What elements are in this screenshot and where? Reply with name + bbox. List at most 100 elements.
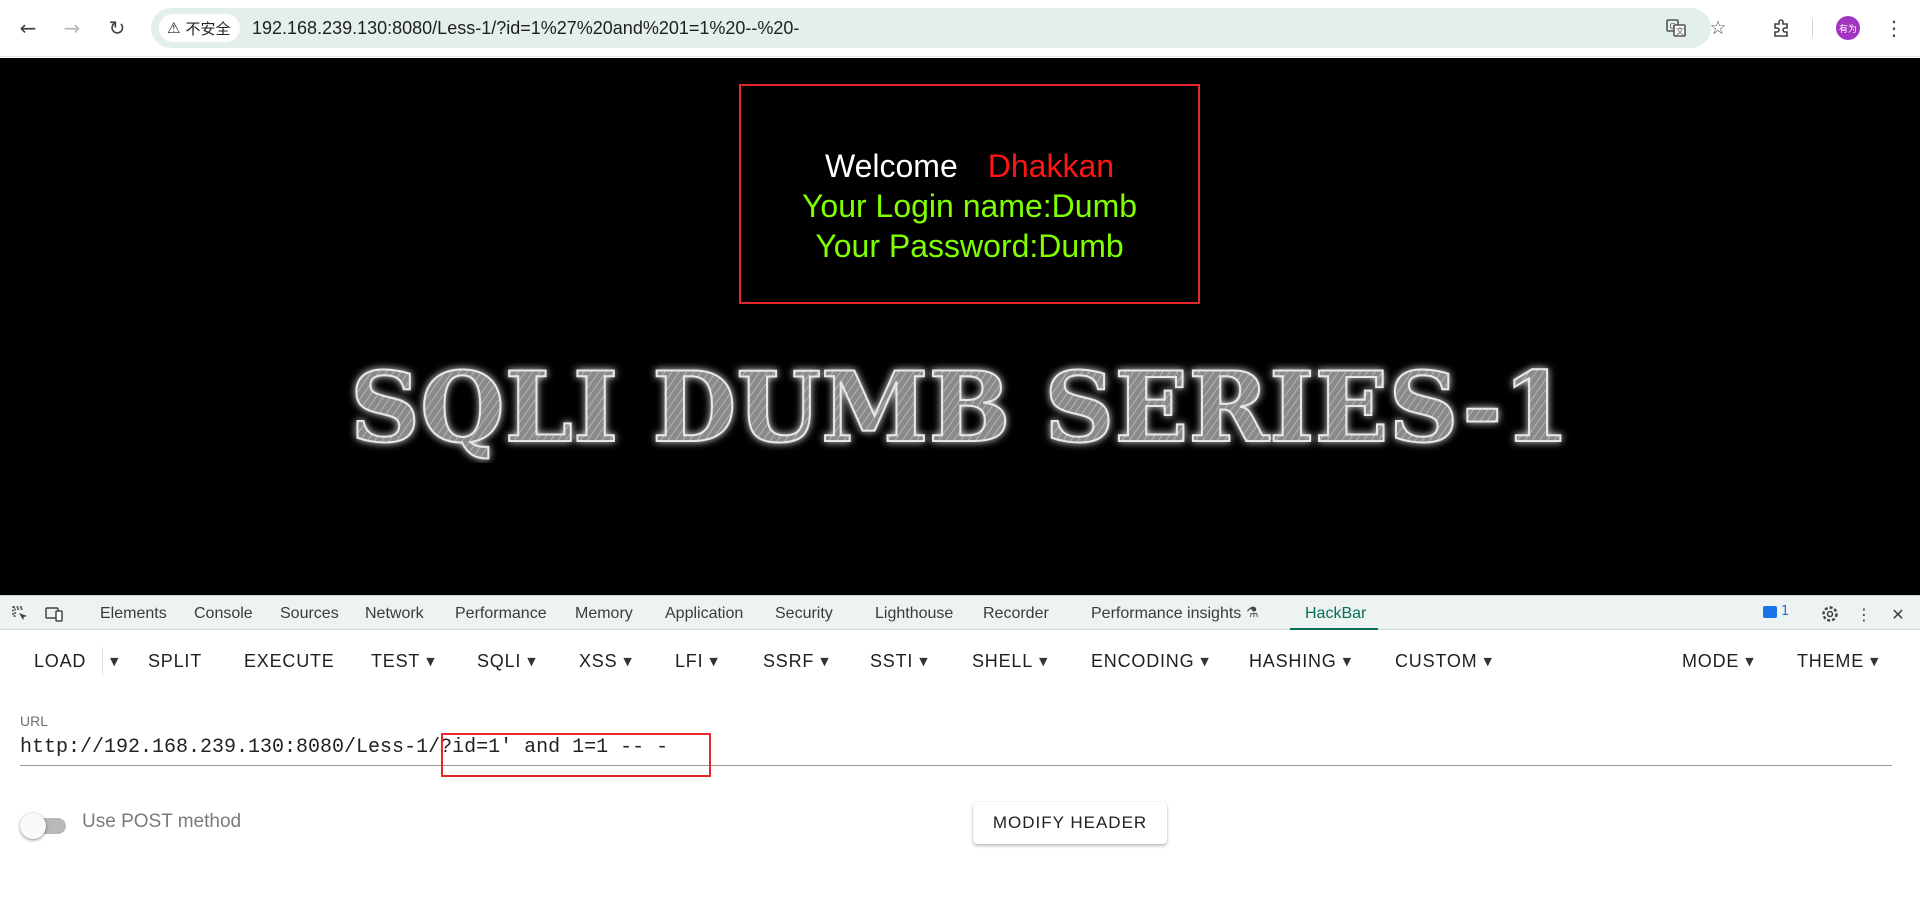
caret-down-icon: ▼	[709, 654, 719, 668]
test-menu-button[interactable]: TEST ▼	[371, 647, 435, 675]
payload-highlight-annotation	[441, 733, 711, 777]
ssti-menu-button[interactable]: SSTI ▼	[870, 647, 928, 675]
hackbar-toolbar: LOAD ▼ SPLIT EXECUTE TEST ▼ SQLI ▼ XSS ▼ LF…	[0, 639, 1920, 683]
load-separator	[102, 647, 103, 675]
caret-down-icon: ▼	[527, 654, 537, 668]
settings-gear-icon[interactable]	[1818, 602, 1842, 626]
devtools-tabbar: Elements Console Sources Network Perform…	[0, 595, 1920, 630]
tab-console[interactable]: Console	[194, 605, 253, 623]
login-name-line: Your Login name:Dumb	[801, 188, 1138, 224]
caret-down-icon: ▼	[1342, 654, 1352, 668]
device-toolbar-icon[interactable]	[42, 602, 66, 626]
load-options-button[interactable]: ▼	[110, 647, 119, 675]
caret-down-icon: ▼	[1870, 654, 1880, 668]
sqli-menu-button[interactable]: SQLI ▼	[477, 647, 536, 675]
ssti-label: SSTI	[870, 650, 914, 671]
post-method-toggle[interactable]	[20, 811, 68, 839]
devtools-menu-icon[interactable]: ⋮	[1854, 602, 1874, 626]
caret-down-icon: ▼	[1483, 654, 1493, 668]
post-method-label: Use POST method	[82, 811, 242, 832]
custom-label: CUSTOM	[1395, 650, 1478, 671]
profile-avatar[interactable]: 有为	[1836, 16, 1860, 40]
flask-icon: ⚗	[1246, 605, 1259, 621]
mode-label: MODE	[1682, 650, 1740, 671]
forward-icon[interactable]: →	[58, 14, 86, 42]
reload-icon[interactable]: ↻	[103, 14, 131, 42]
security-chip[interactable]: ⚠ 不安全	[159, 14, 241, 42]
tab-elements[interactable]: Elements	[100, 605, 167, 623]
custom-menu-button[interactable]: CUSTOM ▼	[1395, 647, 1493, 675]
devtools-panel: Elements Console Sources Network Perform…	[0, 595, 1920, 908]
caret-down-icon: ▼	[1745, 654, 1755, 668]
toggle-knob	[20, 813, 46, 839]
tab-hackbar[interactable]: HackBar	[1305, 605, 1366, 623]
caret-down-icon: ▼	[1039, 654, 1049, 668]
execute-label: EXECUTE	[244, 650, 335, 671]
split-label: SPLIT	[148, 650, 203, 671]
ssrf-menu-button[interactable]: SSRF ▼	[763, 647, 829, 675]
back-icon[interactable]: ←	[14, 14, 42, 42]
encoding-label: ENCODING	[1091, 650, 1195, 671]
address-bar[interactable]: ⚠ 不安全 192.168.239.130:8080/Less-1/?id=1%…	[151, 8, 1727, 48]
load-button[interactable]: LOAD	[34, 647, 86, 675]
bookmark-star-icon[interactable]: ☆	[1706, 16, 1730, 40]
tab-network[interactable]: Network	[365, 605, 424, 623]
toolbar-separator	[1812, 19, 1813, 37]
banner-title-text: SQLI DUMB SERIES-1	[350, 351, 1570, 463]
caret-down-icon: ▼	[426, 654, 436, 668]
page-viewport: Welcome Dhakkan Your Login name:Dumb Your…	[0, 58, 1920, 595]
issues-count: 1	[1781, 604, 1790, 619]
tab-performance[interactable]: Performance	[455, 605, 547, 623]
caret-down-icon: ▼	[820, 654, 830, 668]
theme-label: THEME	[1797, 650, 1864, 671]
extensions-icon[interactable]	[1767, 14, 1795, 42]
browser-toolbar: ← → ↻ ⚠ 不安全 192.168.239.130:8080/Less-1/…	[0, 0, 1920, 57]
welcome-user: Dhakkan	[987, 148, 1115, 184]
tab-recorder[interactable]: Recorder	[983, 605, 1049, 623]
mode-menu-button[interactable]: MODE ▼	[1682, 647, 1754, 675]
close-icon[interactable]: ✕	[1886, 602, 1910, 626]
url-field-label: URL	[20, 713, 49, 729]
caret-down-icon: ▼	[1200, 654, 1210, 668]
security-label: 不安全	[185, 19, 231, 38]
tab-security[interactable]: Security	[775, 605, 833, 623]
hashing-menu-button[interactable]: HASHING ▼	[1249, 647, 1352, 675]
issues-icon	[1763, 605, 1777, 618]
welcome-line: Welcome Dhakkan	[741, 146, 1198, 186]
password-line: Your Password:Dumb	[815, 228, 1124, 264]
lfi-label: LFI	[675, 650, 704, 671]
tab-performance-insights[interactable]: Performance insights	[1091, 605, 1241, 623]
modify-header-button[interactable]: MODIFY HEADER	[973, 802, 1167, 844]
hashing-label: HASHING	[1249, 650, 1337, 671]
split-button[interactable]: SPLIT	[148, 647, 202, 675]
warning-icon: ⚠	[167, 19, 181, 37]
welcome-label: Welcome	[824, 148, 958, 184]
caret-down-icon: ▼	[623, 654, 633, 668]
xss-label: XSS	[579, 650, 618, 671]
sqli-label: SQLI	[477, 650, 522, 671]
execute-button[interactable]: EXECUTE	[244, 647, 335, 675]
tab-sources[interactable]: Sources	[280, 605, 339, 623]
shell-label: SHELL	[972, 650, 1034, 671]
xss-menu-button[interactable]: XSS ▼	[579, 647, 633, 675]
browser-menu-icon[interactable]: ⋮	[1880, 14, 1908, 42]
ssrf-label: SSRF	[763, 650, 815, 671]
url-input[interactable]: http://192.168.239.130:8080/Less-1/?id=1…	[20, 732, 1892, 766]
tab-lighthouse[interactable]: Lighthouse	[875, 605, 953, 623]
active-tab-indicator	[1290, 628, 1378, 630]
tab-memory[interactable]: Memory	[575, 605, 633, 623]
caret-down-icon: ▼	[919, 654, 929, 668]
theme-menu-button[interactable]: THEME ▼	[1797, 647, 1879, 675]
encoding-menu-button[interactable]: ENCODING ▼	[1091, 647, 1210, 675]
inspect-element-icon[interactable]	[8, 602, 32, 626]
tab-application[interactable]: Application	[665, 605, 743, 623]
caret-down-icon: ▼	[110, 654, 120, 668]
shell-menu-button[interactable]: SHELL ▼	[972, 647, 1048, 675]
translate-icon[interactable]: G文	[1664, 16, 1688, 40]
issues-badge[interactable]: 1	[1763, 604, 1789, 619]
lfi-menu-button[interactable]: LFI ▼	[675, 647, 719, 675]
svg-text:文: 文	[1676, 26, 1684, 36]
load-label: LOAD	[34, 650, 87, 671]
address-text[interactable]: 192.168.239.130:8080/Less-1/?id=1%27%20a…	[252, 18, 799, 39]
login-result-box: Welcome Dhakkan Your Login name:Dumb Your…	[739, 84, 1200, 304]
